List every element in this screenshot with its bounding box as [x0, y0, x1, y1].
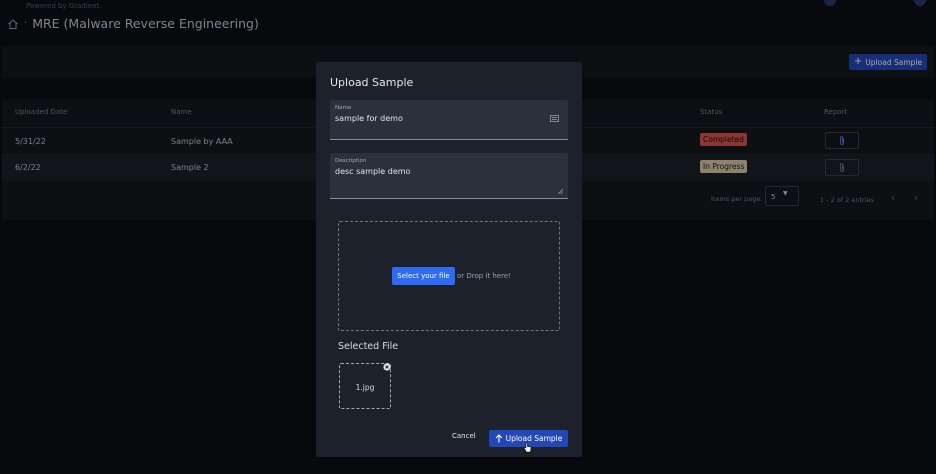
upload-sample-submit-label: Upload Sample — [505, 434, 563, 443]
selected-file-name: 1.jpg — [355, 383, 375, 392]
hand-cursor-icon — [523, 442, 532, 453]
resize-handle-icon[interactable] — [558, 189, 563, 194]
select-file-button[interactable]: Select your file — [392, 267, 455, 285]
description-field-label: Description — [335, 158, 367, 164]
drop-hint-text: or Drop it here! — [457, 272, 511, 280]
upload-sample-modal: Upload Sample Name sample for demo Descr… — [316, 62, 582, 457]
id-card-icon — [550, 115, 559, 122]
description-textarea[interactable]: desc sample demo — [335, 167, 410, 176]
file-dropzone[interactable]: Select your file or Drop it here! — [338, 221, 560, 331]
name-field[interactable]: Name sample for demo — [330, 100, 568, 140]
modal-title: Upload Sample — [330, 76, 414, 89]
remove-file-icon[interactable] — [383, 363, 391, 371]
name-input[interactable]: sample for demo — [335, 114, 403, 123]
selected-file-tile: 1.jpg — [339, 363, 391, 409]
selected-file-heading: Selected File — [338, 341, 399, 352]
cancel-button[interactable]: Cancel — [452, 432, 476, 440]
name-field-label: Name — [335, 105, 352, 111]
description-field[interactable]: Description desc sample demo — [330, 153, 568, 199]
arrow-up-icon — [495, 434, 502, 443]
